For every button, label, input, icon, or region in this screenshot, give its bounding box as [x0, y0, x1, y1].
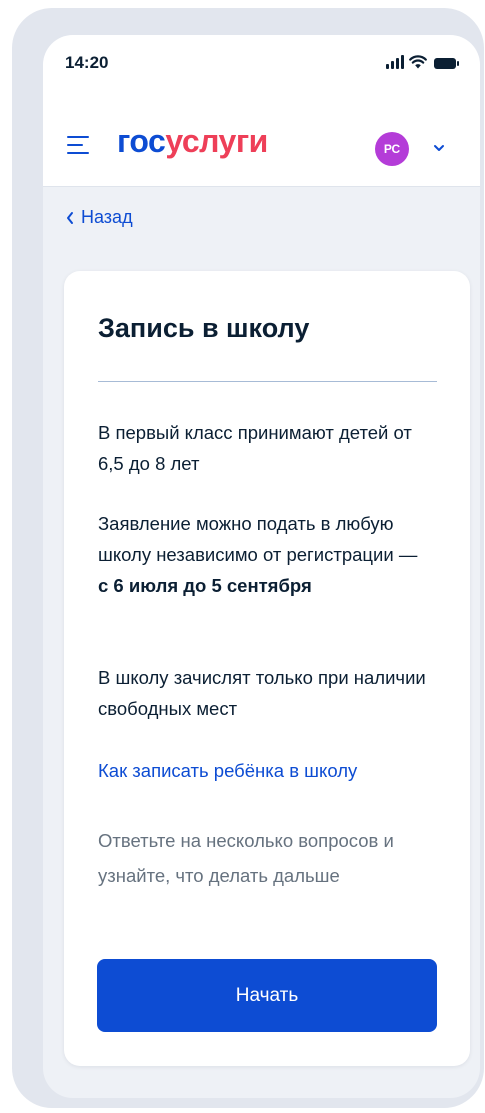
chevron-left-icon: [67, 211, 73, 224]
phone-frame: 14:20 госуслуги РС Назад Запись в школу …: [12, 8, 484, 1108]
info-application-dates: с 6 июля до 5 сентября: [98, 575, 312, 596]
title-divider: [98, 381, 437, 382]
info-age: В первый класс принимают детей от 6,5 до…: [98, 422, 412, 474]
start-button[interactable]: Начать: [97, 959, 437, 1032]
service-card: Запись в школу В первый класс принимают …: [64, 271, 470, 1066]
how-to-enroll-link[interactable]: Как записать ребёнка в школу: [98, 760, 357, 782]
gosuslugi-logo[interactable]: госуслуги: [117, 123, 268, 160]
phone-screen: 14:20 госуслуги РС Назад Запись в школу …: [43, 35, 480, 1098]
menu-icon[interactable]: [67, 136, 89, 154]
battery-icon: [434, 58, 459, 69]
app-header: госуслуги РС: [43, 103, 480, 187]
status-bar: 14:20: [43, 35, 480, 103]
page-title: Запись в школу: [98, 313, 310, 343]
back-label: Назад: [81, 207, 133, 227]
questionnaire-hint: Ответьте на несколько вопросов и узнайте…: [98, 830, 394, 886]
status-icons: [386, 55, 459, 69]
info-application-period: Заявление можно подать в любую школу нез…: [98, 508, 428, 601]
signal-icon: [386, 55, 404, 69]
info-application-text: Заявление можно подать в любую школу нез…: [98, 513, 418, 565]
avatar[interactable]: РС: [375, 132, 409, 166]
chevron-down-icon[interactable]: [432, 141, 446, 155]
logo-part-uslugi: услуги: [165, 123, 268, 159]
wifi-icon: [409, 55, 427, 69]
info-vacancy: В школу зачислят только при наличии своб…: [98, 667, 426, 719]
logo-part-gos: гос: [117, 123, 166, 159]
back-link[interactable]: Назад: [65, 207, 133, 228]
status-time: 14:20: [65, 53, 109, 72]
